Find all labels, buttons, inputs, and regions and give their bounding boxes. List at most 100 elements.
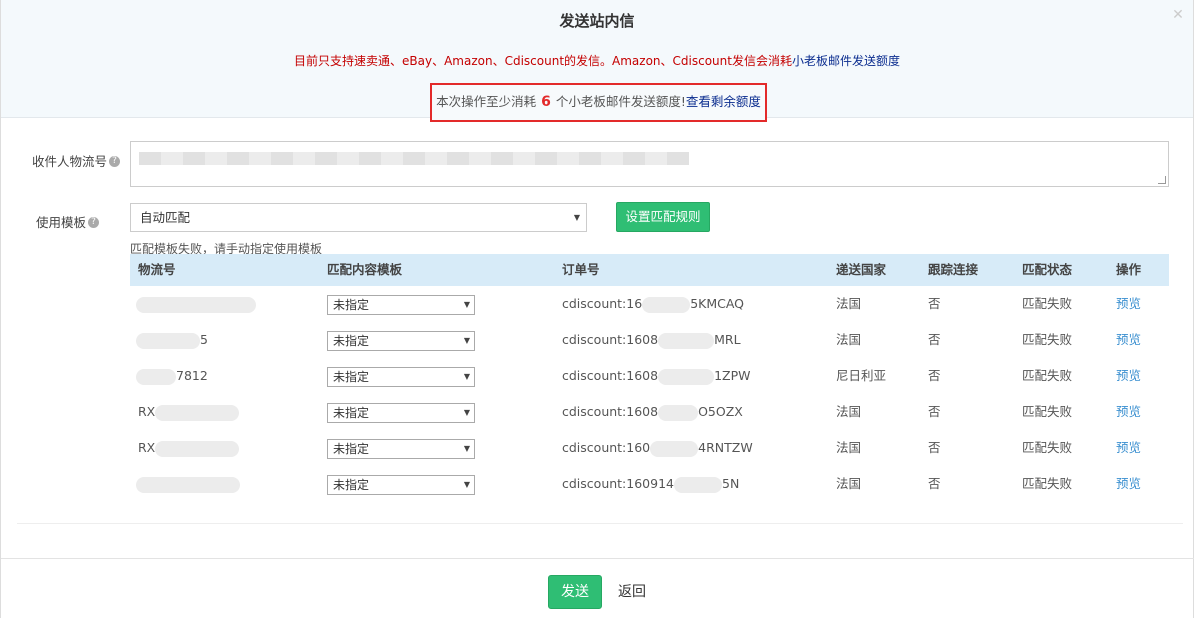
template-select-row[interactable]: 未指定 ▼ — [327, 295, 475, 315]
quota-number: 6 — [541, 94, 551, 110]
tracking-cell — [136, 466, 240, 502]
country-cell: 法国 — [836, 296, 862, 311]
caret-down-icon: ▼ — [463, 336, 470, 345]
status-cell: 匹配失败 — [1022, 440, 1073, 455]
caret-down-icon: ▼ — [463, 480, 470, 489]
order-table: 物流号 匹配内容模板 订单号 递送国家 跟踪连接 匹配状态 操作 未指定 ▼ cd… — [130, 254, 1169, 502]
order-cell: cdiscount:160914 5N — [562, 476, 740, 493]
quota-prefix: 本次操作至少消耗 — [436, 94, 537, 109]
template-label: 使用模板? — [36, 212, 100, 231]
header-template: 匹配内容模板 — [327, 262, 403, 277]
preview-link[interactable]: 预览 — [1116, 394, 1141, 430]
header-status: 匹配状态 — [1022, 262, 1073, 277]
dialog-header: 发送站内信 ✕ 目前只支持速卖通、eBay、Amazon、Cdiscount的发… — [1, 0, 1193, 122]
template-select-row[interactable]: 未指定 ▼ — [327, 439, 475, 459]
order-cell: cdiscount:1608 1ZPW — [562, 368, 751, 385]
redacted-text — [155, 404, 240, 421]
header-track-link: 跟踪连接 — [928, 262, 979, 277]
caret-down-icon: ▼ — [463, 300, 470, 309]
tracking-cell — [136, 286, 256, 322]
order-cell: cdiscount:160 4RNTZW — [562, 440, 753, 457]
table-row: 5 未指定 ▼ cdiscount:1608 MRL 法国 否 匹配失败 预览 — [130, 322, 1169, 358]
status-cell: 匹配失败 — [1022, 332, 1073, 347]
caret-down-icon: ▼ — [463, 372, 470, 381]
resize-handle[interactable] — [1158, 176, 1166, 184]
set-match-rule-button[interactable]: 设置匹配规则 — [616, 202, 710, 232]
help-icon[interactable]: ? — [109, 156, 121, 167]
redacted-text — [674, 476, 722, 493]
track-link-cell: 否 — [928, 404, 941, 419]
header-order: 订单号 — [562, 262, 600, 277]
support-notice: 目前只支持速卖通、eBay、Amazon、Cdiscount的发信。Amazon… — [1, 52, 1193, 69]
track-link-cell: 否 — [928, 440, 941, 455]
country-cell: 尼日利亚 — [836, 368, 887, 383]
help-icon[interactable]: ? — [88, 217, 100, 228]
preview-link[interactable]: 预览 — [1116, 322, 1141, 358]
preview-link[interactable]: 预览 — [1116, 466, 1141, 502]
send-button[interactable]: 发送 — [548, 575, 602, 609]
preview-link[interactable]: 预览 — [1116, 430, 1141, 466]
redacted-text — [136, 296, 256, 313]
template-select-row[interactable]: 未指定 ▼ — [327, 367, 475, 387]
country-cell: 法国 — [836, 332, 862, 347]
order-cell: cdiscount:16 5KMCAQ — [562, 296, 745, 313]
country-cell: 法国 — [836, 404, 862, 419]
table-row: 7812 未指定 ▼ cdiscount:1608 1ZPW 尼日利亚 否 匹配失败… — [130, 358, 1169, 394]
header-country: 递送国家 — [836, 262, 887, 277]
track-link-cell: 否 — [928, 368, 941, 383]
table-row: RX 未指定 ▼ cdiscount:1608 O5OZX 法国 否 匹配失败 预览 — [130, 394, 1169, 430]
recipient-tracking-input[interactable] — [130, 141, 1169, 187]
recipient-label: 收件人物流号? — [32, 151, 121, 170]
preview-link[interactable]: 预览 — [1116, 286, 1141, 322]
tracking-cell: 7812 — [136, 358, 208, 394]
recipient-label-text: 收件人物流号 — [32, 154, 108, 169]
redacted-text — [136, 368, 176, 385]
check-quota-link[interactable]: 查看剩余额度 — [686, 94, 761, 109]
send-message-dialog: 发送站内信 ✕ 目前只支持速卖通、eBay、Amazon、Cdiscount的发… — [0, 0, 1194, 618]
header-action: 操作 — [1116, 262, 1142, 277]
redacted-text — [658, 368, 715, 385]
template-select-value: 自动匹配 — [140, 210, 191, 225]
template-label-text: 使用模板 — [36, 215, 87, 230]
template-select-row[interactable]: 未指定 ▼ — [327, 403, 475, 423]
redacted-text — [642, 296, 691, 313]
caret-down-icon: ▼ — [573, 213, 580, 222]
tracking-cell: RX — [138, 430, 240, 466]
status-cell: 匹配失败 — [1022, 476, 1073, 491]
dialog-title: 发送站内信 — [559, 12, 635, 30]
footer-divider — [1, 558, 1194, 559]
caret-down-icon: ▼ — [463, 408, 470, 417]
track-link-cell: 否 — [928, 296, 941, 311]
tracking-cell: RX — [138, 394, 240, 430]
table-row: 未指定 ▼ cdiscount:160914 5N 法国 否 匹配失败 预览 — [130, 466, 1169, 502]
redacted-text — [139, 152, 689, 165]
status-cell: 匹配失败 — [1022, 296, 1073, 311]
table-row: 未指定 ▼ cdiscount:16 5KMCAQ 法国 否 匹配失败 预览 — [130, 286, 1169, 322]
country-cell: 法国 — [836, 440, 862, 455]
order-cell: cdiscount:1608 MRL — [562, 332, 741, 349]
preview-link[interactable]: 预览 — [1116, 358, 1141, 394]
table-row: RX 未指定 ▼ cdiscount:160 4RNTZW 法国 否 匹配失败 预览 — [130, 430, 1169, 466]
track-link-cell: 否 — [928, 476, 941, 491]
table-header: 物流号 匹配内容模板 订单号 递送国家 跟踪连接 匹配状态 操作 — [130, 254, 1169, 286]
quota-suffix: 个小老板邮件发送额度! — [555, 94, 686, 109]
email-quota-link[interactable]: 小老板邮件发送额度 — [792, 54, 900, 68]
notice-text: 目前只支持速卖通、eBay、Amazon、Cdiscount的发信。Amazon… — [294, 54, 792, 68]
template-select-row[interactable]: 未指定 ▼ — [327, 475, 475, 495]
status-cell: 匹配失败 — [1022, 368, 1073, 383]
order-cell: cdiscount:1608 O5OZX — [562, 404, 743, 421]
close-icon[interactable]: ✕ — [1171, 8, 1185, 22]
redacted-text — [650, 440, 699, 457]
quota-box: 本次操作至少消耗 6 个小老板邮件发送额度!查看剩余额度 — [430, 83, 767, 122]
back-button[interactable]: 返回 — [618, 575, 646, 609]
country-cell: 法国 — [836, 476, 862, 491]
track-link-cell: 否 — [928, 332, 941, 347]
caret-down-icon: ▼ — [463, 444, 470, 453]
redacted-text — [136, 332, 200, 349]
template-select[interactable]: 自动匹配 ▼ — [130, 203, 587, 232]
divider — [17, 523, 1183, 524]
redacted-text — [658, 404, 699, 421]
status-cell: 匹配失败 — [1022, 404, 1073, 419]
template-select-row[interactable]: 未指定 ▼ — [327, 331, 475, 351]
redacted-text — [658, 332, 715, 349]
